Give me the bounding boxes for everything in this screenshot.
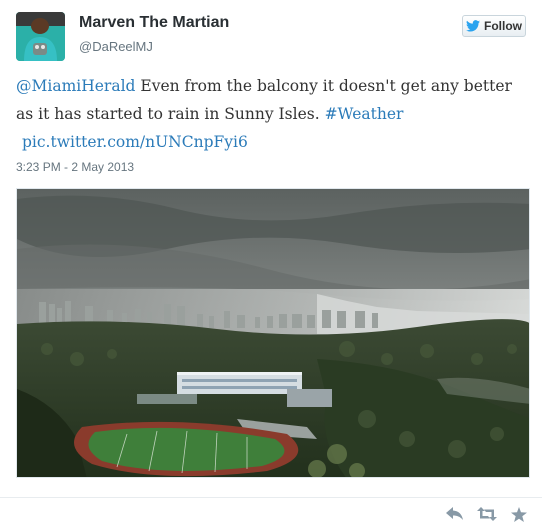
follow-label: Follow xyxy=(484,19,522,33)
pic-link[interactable]: pic.twitter.com/nUNCnpFyi6 xyxy=(22,128,248,156)
user-handle[interactable]: @DaReelMJ xyxy=(79,39,153,54)
reply-icon[interactable] xyxy=(444,505,466,523)
twitter-bird-icon xyxy=(466,20,480,32)
user-display-name[interactable]: Marven The Martian xyxy=(79,14,229,32)
embedded-tweet: Marven The Martian @DaReelMJ Follow @Mia… xyxy=(0,0,542,530)
tweet-actions xyxy=(444,505,530,523)
footer-divider xyxy=(0,497,542,498)
tweet-photo[interactable] xyxy=(16,188,530,478)
mention-link[interactable]: @MiamiHerald xyxy=(16,77,135,95)
tweet-timestamp[interactable]: 3:23 PM - 2 May 2013 xyxy=(16,160,134,174)
favorite-star-icon[interactable] xyxy=(508,505,530,523)
retweet-icon[interactable] xyxy=(476,505,498,523)
follow-button[interactable]: Follow xyxy=(462,15,526,37)
hashtag-link[interactable]: #Weather xyxy=(325,105,404,123)
avatar[interactable] xyxy=(16,12,65,61)
tweet-text: @MiamiHerald Even from the balcony it do… xyxy=(16,72,526,156)
